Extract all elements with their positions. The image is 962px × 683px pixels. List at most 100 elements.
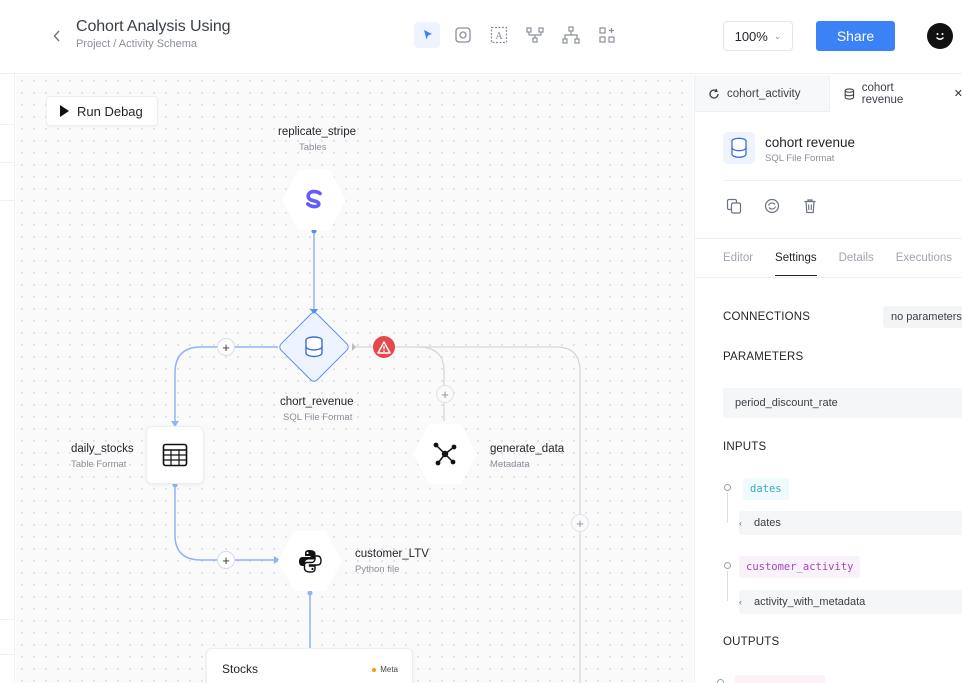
divider — [695, 238, 962, 239]
back-button[interactable] — [48, 26, 66, 46]
add-node-button[interactable]: + — [436, 385, 454, 403]
add-node-button[interactable]: + — [217, 551, 235, 569]
text-tool[interactable]: A — [486, 22, 512, 48]
input-port-icon — [724, 484, 731, 491]
molecule-icon — [433, 442, 457, 466]
node-hexagon — [413, 424, 477, 484]
share-button[interactable]: Share — [816, 21, 895, 51]
top-bar: Cohort Analysis Using Project / Activity… — [0, 0, 962, 74]
add-component-tool[interactable] — [594, 22, 620, 48]
note-tool[interactable] — [450, 22, 476, 48]
input-source-value: activity_with_metadata — [754, 596, 866, 608]
node-label: customer_LTV — [355, 548, 429, 560]
left-sidebar-edge — [0, 74, 15, 683]
input-tag[interactable]: customer_activity — [739, 556, 861, 578]
divider — [0, 162, 15, 163]
output-tag[interactable] — [735, 675, 825, 683]
cursor-icon — [424, 30, 432, 40]
chevron-left-icon: ‹ — [739, 518, 742, 528]
hierarchy-icon — [562, 26, 580, 44]
node-sub-label: Metadata — [490, 459, 530, 470]
settings-tabs: Editor Settings Details Executions — [723, 240, 962, 278]
parameters-heading: PARAMETERS — [723, 351, 804, 363]
chevron-left-icon: ‹ — [739, 597, 742, 607]
zoom-value: 100% — [734, 28, 768, 44]
text-box-icon: A — [490, 26, 508, 44]
tab-label: cohort revenue — [861, 81, 904, 106]
tab-cohort-activity[interactable]: cohort_activity — [708, 75, 828, 112]
generate-data-node[interactable] — [413, 424, 477, 484]
divider — [0, 654, 15, 655]
warning-badge[interactable] — [373, 336, 395, 358]
avatar[interactable] — [927, 23, 953, 49]
flow-edges — [171, 228, 581, 683]
stocks-node-card[interactable]: Stocks Meta — [206, 648, 413, 683]
canvas-toolbar: A — [414, 22, 620, 48]
flow-tool[interactable] — [522, 22, 548, 48]
file-type: SQL File Format — [765, 153, 835, 164]
page-title: Cohort Analysis Using — [76, 18, 231, 35]
stocks-card-title: Stocks — [222, 662, 259, 676]
input-tag[interactable]: dates — [743, 478, 789, 500]
refresh-icon — [709, 88, 719, 99]
parameter-field[interactable]: period_discount_rate — [723, 388, 962, 418]
node-label: generate_data — [490, 443, 565, 455]
customer-ltv-node[interactable] — [278, 531, 342, 591]
connections-value[interactable]: no parameters — [883, 306, 962, 328]
hierarchy-tool[interactable] — [558, 22, 584, 48]
meta-badge: Meta — [372, 665, 398, 674]
tree-line — [727, 571, 728, 601]
warning-icon — [377, 340, 391, 354]
node-label: daily_stocks — [71, 443, 134, 455]
status-dot-icon — [372, 667, 377, 672]
inputs-heading: INPUTS — [723, 441, 767, 453]
tab-settings[interactable]: Settings — [775, 240, 817, 276]
tab-details[interactable]: Details — [839, 240, 874, 276]
node-sub-label: Tables — [299, 142, 327, 153]
cursor-tool[interactable] — [414, 22, 440, 48]
stripe-logo-icon — [306, 189, 322, 209]
daily-stocks-node[interactable] — [146, 426, 204, 484]
sync-icon[interactable] — [763, 197, 781, 215]
node-hexagon — [278, 531, 342, 591]
input-source-field[interactable]: ‹ dates — [739, 511, 962, 535]
svg-text:A: A — [495, 32, 503, 42]
tab-executions[interactable]: Executions — [896, 240, 952, 276]
connections-heading: CONNECTIONS — [723, 311, 811, 323]
zoom-dropdown[interactable]: 100% ⌄ — [723, 21, 793, 51]
database-icon — [299, 332, 329, 362]
close-icon[interactable]: ✕ — [954, 87, 962, 100]
breadcrumb: Project / Activity Schema — [76, 38, 198, 50]
file-actions — [725, 197, 819, 215]
input-source-field[interactable]: ‹ activity_with_metadata — [739, 590, 962, 614]
input-source-value: dates — [754, 517, 781, 529]
flow-icon — [526, 27, 544, 43]
node-label: replicate_stripe — [278, 126, 356, 138]
table-icon — [162, 443, 188, 467]
divider — [695, 277, 962, 278]
add-node-button[interactable]: + — [571, 514, 589, 532]
file-name: cohort revenue — [765, 135, 856, 150]
chevron-left-icon — [53, 30, 60, 42]
tree-line — [727, 493, 728, 523]
chevron-down-icon: ⌄ — [773, 30, 782, 41]
properties-panel: cohort_activity cohort revenue ✕ cohort … — [694, 75, 962, 683]
add-node-button[interactable]: + — [217, 338, 235, 356]
divider — [0, 200, 15, 201]
meta-badge-label: Meta — [380, 665, 398, 674]
chort-revenue-node[interactable] — [277, 310, 351, 384]
tab-editor[interactable]: Editor — [723, 240, 753, 276]
divider — [0, 124, 15, 125]
divider — [723, 180, 962, 181]
trash-icon[interactable] — [801, 197, 819, 215]
python-icon — [299, 550, 322, 573]
node-sub-label: Python file — [355, 564, 400, 575]
copy-icon[interactable] — [725, 197, 743, 215]
replicate-stripe-node[interactable] — [282, 170, 346, 230]
note-icon — [455, 27, 471, 43]
outputs-heading: OUTPUTS — [723, 636, 780, 648]
flow-canvas[interactable]: Run Debag replicate_stripe Tables chort_… — [16, 75, 693, 683]
smiley-icon — [936, 33, 944, 40]
tab-cohort-revenue[interactable]: cohort revenue ✕ — [829, 75, 962, 112]
input-port-icon — [724, 562, 731, 569]
